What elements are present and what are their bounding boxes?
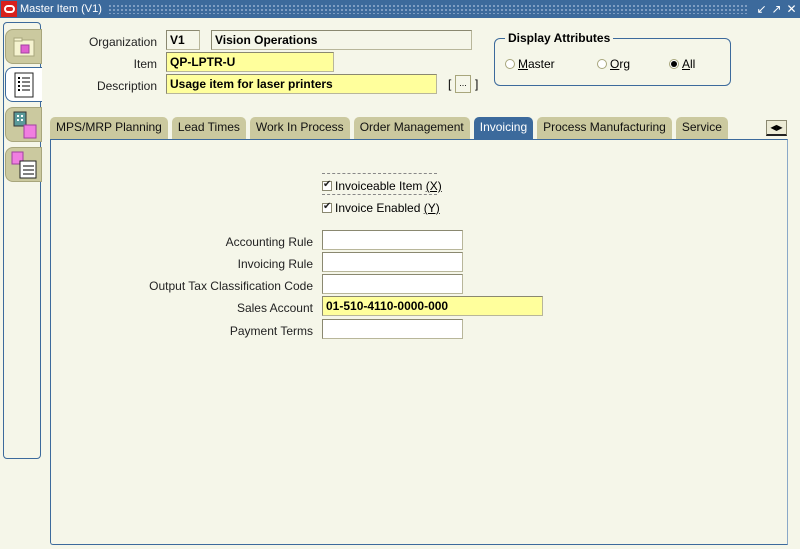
window-title: Master Item (V1) [20, 3, 102, 15]
window-titlebar: Master Item (V1) ↙ ↗ ✕ [0, 0, 800, 18]
scroll-arrows-icon: ◀▶ [770, 123, 783, 132]
list-icon [14, 72, 34, 97]
radio-org[interactable]: Org [597, 57, 630, 71]
tab-process-manufacturing[interactable]: Process Manufacturing [537, 117, 672, 139]
radio-org-dot[interactable] [597, 59, 607, 69]
invoicing-rule-label: Invoicing Rule [237, 257, 313, 271]
payment-terms-label: Payment Terms [229, 324, 313, 338]
titlebar-pattern [107, 4, 749, 14]
invoiceable-item-checkbox[interactable]: Invoiceable Item (X) [322, 179, 442, 193]
radio-master[interactable]: Master [505, 57, 555, 71]
close-icon[interactable]: ✕ [785, 1, 798, 17]
radio-all-label: All [682, 57, 696, 71]
dff-bracket-close: ] [475, 77, 479, 91]
cube-list-icon [11, 151, 36, 178]
radio-org-label: Org [610, 57, 631, 71]
invoice-enabled-label: Invoice Enabled [335, 201, 421, 215]
radio-all[interactable]: All [669, 57, 695, 71]
tab-order-management[interactable]: Order Management [353, 117, 470, 139]
tab-bar: MPS/MRP Planning Lead Times Work In Proc… [50, 117, 732, 140]
separator [322, 194, 437, 195]
description-label: Description [96, 79, 157, 93]
invoicing-panel [50, 139, 788, 545]
descriptive-flexfield-button[interactable]: ... [455, 75, 471, 93]
tab-invoicing[interactable]: Invoicing [473, 117, 534, 139]
item-label: Item [133, 57, 157, 71]
display-attributes-title: Display Attributes [505, 31, 614, 45]
maximize-icon[interactable]: ↗ [770, 1, 783, 17]
invoicing-rule-field[interactable] [322, 252, 463, 272]
payment-terms-field[interactable] [322, 319, 463, 339]
invoiceable-item-label: Invoiceable Item [335, 179, 423, 193]
separator [322, 173, 437, 174]
tab-work-in-process[interactable]: Work In Process [249, 117, 350, 139]
invoice-enabled-shortcut: (Y) [423, 201, 440, 215]
dff-bracket-open: [ [448, 77, 452, 91]
building-cube-icon [13, 111, 36, 138]
tab-lead-times[interactable]: Lead Times [171, 117, 246, 139]
item-field[interactable]: QP-LPTR-U [166, 52, 334, 72]
radio-master-label: Master [518, 57, 555, 71]
description-field[interactable]: Usage item for laser printers [166, 74, 437, 94]
folder-cube-icon [13, 37, 34, 56]
accounting-rule-field[interactable] [322, 230, 463, 250]
output-tax-classification-label: Output Tax Classification Code [149, 279, 313, 293]
left-toolbar-item-organizations[interactable] [5, 107, 42, 142]
invoiceable-item-shortcut: (X) [425, 179, 442, 193]
tab-scroll-button[interactable]: ◀▶ [766, 120, 787, 136]
tab-service[interactable]: Service [675, 117, 728, 139]
left-toolbar [3, 22, 42, 459]
invoice-enabled-check-box[interactable] [322, 201, 332, 213]
invoice-enabled-checkbox[interactable]: Invoice Enabled (Y) [322, 201, 440, 215]
sales-account-field[interactable]: 01-510-4110-0000-000 [322, 296, 543, 316]
invoiceable-item-check-box[interactable] [322, 179, 332, 191]
oracle-logo-icon [1, 1, 17, 17]
accounting-rule-label: Accounting Rule [225, 235, 313, 249]
tab-mps-mrp-planning[interactable]: MPS/MRP Planning [50, 117, 168, 139]
sales-account-label: Sales Account [236, 301, 313, 315]
left-toolbar-item-folder[interactable] [5, 29, 42, 64]
display-attributes-group: Display Attributes Master Org All [494, 31, 731, 86]
left-toolbar-item-categories[interactable] [5, 147, 42, 182]
radio-all-dot[interactable] [669, 59, 679, 69]
organization-name-field[interactable]: Vision Operations [211, 30, 472, 50]
left-toolbar-item-attributes[interactable] [5, 67, 42, 102]
organization-label: Organization [88, 35, 157, 49]
output-tax-classification-field[interactable] [322, 274, 463, 294]
organization-code-field[interactable]: V1 [166, 30, 200, 50]
radio-master-dot[interactable] [505, 59, 515, 69]
minimize-icon[interactable]: ↙ [755, 1, 768, 17]
